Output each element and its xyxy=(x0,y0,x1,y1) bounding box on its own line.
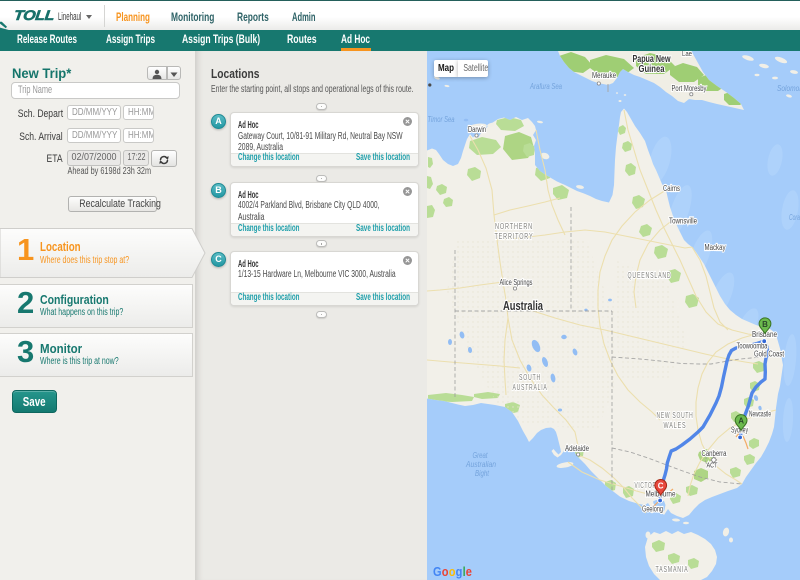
svg-text:Lae: Lae xyxy=(682,51,692,58)
svg-text:Australia: Australia xyxy=(503,299,544,313)
svg-text:Arafura Sea: Arafura Sea xyxy=(529,82,562,91)
svg-text:Cairns: Cairns xyxy=(663,184,680,193)
svg-text:Guinea: Guinea xyxy=(639,64,665,75)
svg-text:Solomon: Solomon xyxy=(777,84,800,93)
svg-text:Adelaide: Adelaide xyxy=(565,443,589,453)
svg-text:Great: Great xyxy=(473,451,489,460)
svg-text:TERRITORY: TERRITORY xyxy=(495,232,534,241)
svg-text:Bight: Bight xyxy=(475,469,490,478)
svg-text:AUSTRALIA: AUSTRALIA xyxy=(513,383,548,392)
svg-text:Timor Sea: Timor Sea xyxy=(428,115,455,124)
svg-text:Darwin: Darwin xyxy=(468,124,486,134)
svg-text:Canberra: Canberra xyxy=(702,449,727,458)
svg-text:A: A xyxy=(738,417,744,426)
svg-text:Coral: Coral xyxy=(789,213,800,222)
svg-text:C: C xyxy=(658,481,664,490)
svg-text:TASMANIA: TASMANIA xyxy=(656,565,689,574)
svg-text:Townsville: Townsville xyxy=(669,217,697,226)
svg-text:Merauke: Merauke xyxy=(592,71,616,80)
svg-text:SOUTH: SOUTH xyxy=(519,373,541,382)
svg-text:NORTHERN: NORTHERN xyxy=(495,222,533,231)
svg-text:WALES: WALES xyxy=(664,421,687,430)
svg-text:QUEENSLAND: QUEENSLAND xyxy=(628,271,672,280)
svg-text:B: B xyxy=(762,320,768,329)
svg-text:Alice Springs: Alice Springs xyxy=(500,278,533,287)
svg-text:Geelong: Geelong xyxy=(642,505,663,514)
svg-text:Gold Coast: Gold Coast xyxy=(754,350,785,359)
svg-text:ACT: ACT xyxy=(707,461,718,470)
svg-text:Mackay: Mackay xyxy=(705,243,726,252)
svg-text:Newcastle: Newcastle xyxy=(749,410,771,419)
svg-text:NEW SOUTH: NEW SOUTH xyxy=(657,411,694,420)
svg-text:Port Moresby: Port Moresby xyxy=(672,83,708,93)
svg-text:Australian: Australian xyxy=(465,460,496,469)
